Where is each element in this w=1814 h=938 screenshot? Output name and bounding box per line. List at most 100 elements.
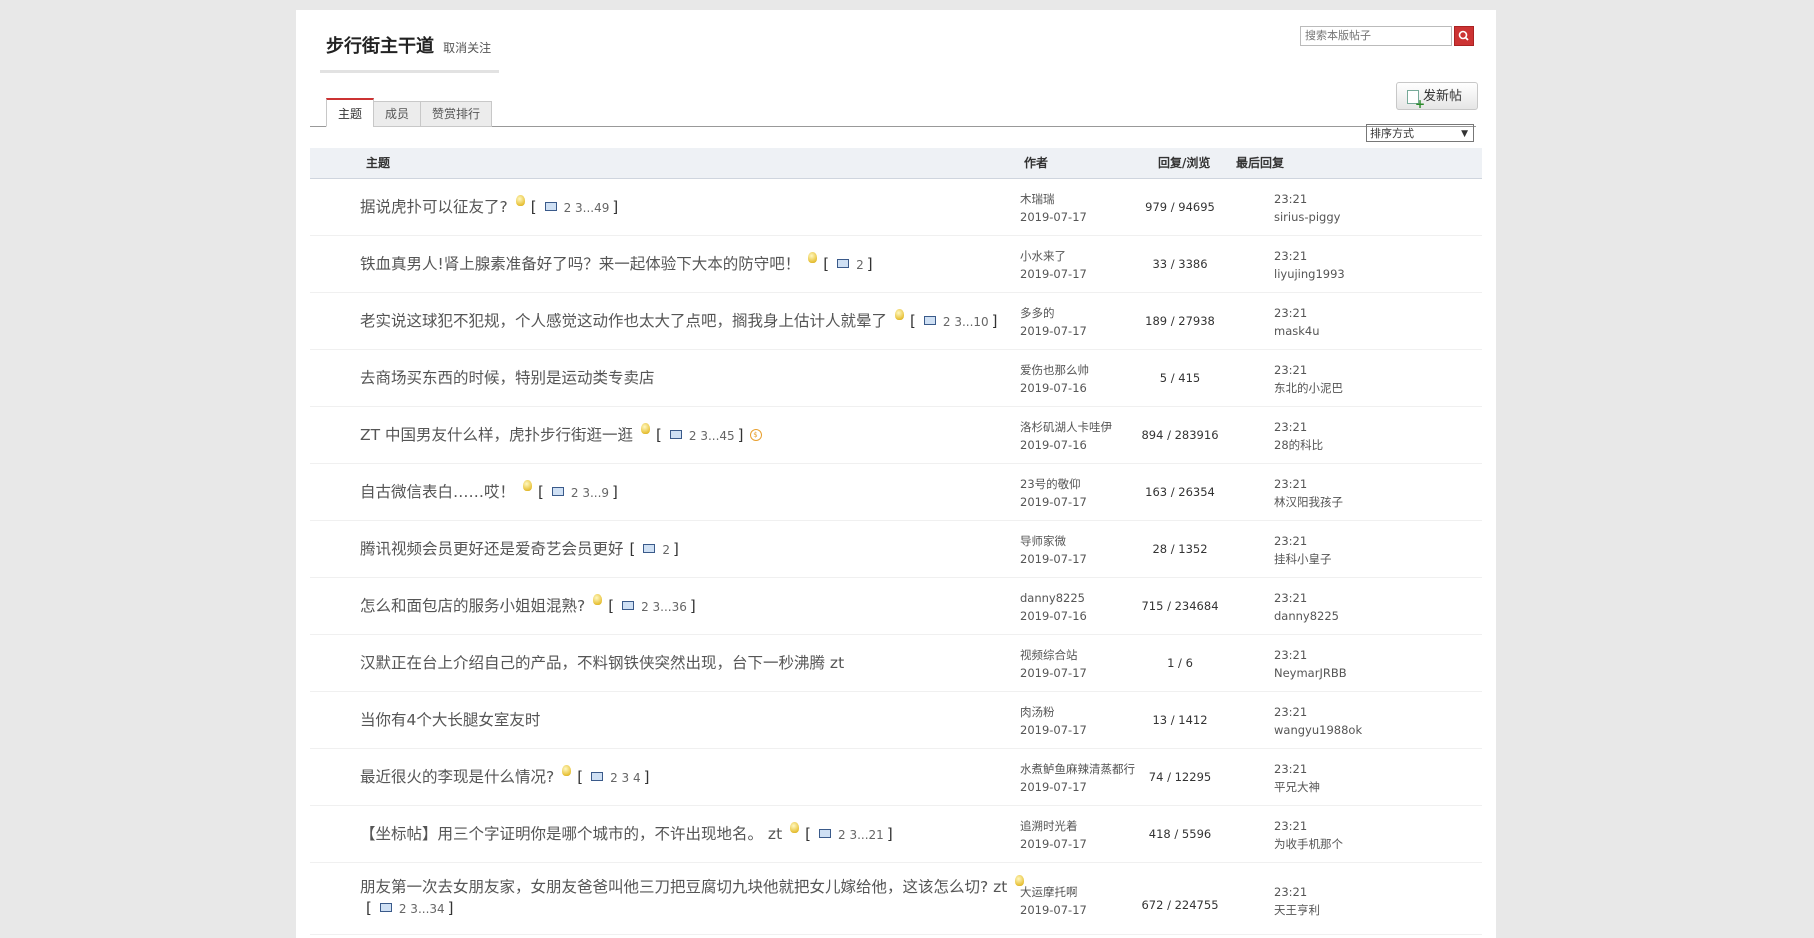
column-last-reply: 最后回复	[1236, 156, 1285, 170]
last-reply-time[interactable]: 23:21	[1274, 247, 1345, 265]
last-reply-time[interactable]: 23:21	[1274, 817, 1343, 835]
last-reply-cell: 23:21 天王亨利	[1274, 883, 1320, 919]
last-reply-cell: 23:21 为收手机那个	[1274, 817, 1343, 853]
last-reply-user[interactable]: sirius-piggy	[1274, 208, 1340, 226]
tab-members[interactable]: 成员	[373, 101, 422, 127]
last-reply-time[interactable]: 23:21	[1274, 190, 1340, 208]
unfollow-link[interactable]: 取消关注	[443, 41, 491, 55]
last-reply-user[interactable]: 挂科小皇子	[1274, 550, 1332, 568]
thread-title-link[interactable]: 朋友第一次去女朋友家，女朋友爸爸叫他三刀把豆腐切九块他就把女儿嫁给他，这该怎么切…	[360, 878, 1007, 896]
reply-view-counts: 28 / 1352	[1152, 542, 1208, 556]
thread-title-link[interactable]: 当你有4个大长腿女室友时	[360, 711, 540, 729]
last-reply-cell: 23:21 wangyu1988ok	[1274, 703, 1362, 739]
last-reply-user[interactable]: wangyu1988ok	[1274, 721, 1362, 739]
table-row: 老实说这球犯不犯规，个人感觉这动作也太大了点吧，搁我身上估计人就晕了 [2 3..…	[310, 293, 1482, 350]
author-name[interactable]: 视频综合站	[1020, 646, 1087, 664]
author-name[interactable]: 木瑞瑞	[1020, 190, 1087, 208]
thread-title-link[interactable]: ZT 中国男友什么样，虎扑步行街逛一逛	[360, 426, 633, 444]
last-reply-time[interactable]: 23:21	[1274, 418, 1323, 436]
reply-view-counts: 672 / 224755	[1141, 898, 1219, 912]
last-reply-time[interactable]: 23:21	[1274, 703, 1362, 721]
last-reply-user[interactable]: 28的科比	[1274, 436, 1323, 454]
author-name[interactable]: 洛杉矶湖人卡哇伊	[1020, 418, 1112, 436]
author-name[interactable]: 导师家微	[1020, 532, 1087, 550]
last-reply-user[interactable]: NeymarJRBB	[1274, 664, 1347, 682]
page-numbers[interactable]: 2 3...9	[571, 486, 609, 500]
last-reply-user[interactable]: mask4u	[1274, 322, 1320, 340]
author-name[interactable]: 追溯时光着	[1020, 817, 1087, 835]
column-author: 作者	[1024, 156, 1049, 170]
page-numbers[interactable]: 2 3...21	[838, 828, 884, 842]
author-name[interactable]: 多多的	[1020, 304, 1087, 322]
last-reply-time[interactable]: 23:21	[1274, 361, 1343, 379]
last-reply-time[interactable]: 23:21	[1274, 589, 1339, 607]
search-button[interactable]	[1454, 26, 1474, 46]
table-row: 腾讯视频会员更好还是爱奇艺会员更好 [2] 导师家微 2019-07-17 28 / 1…	[310, 521, 1482, 578]
thread-title-cell: 据说虎扑可以征友了? [2 3...49]	[360, 179, 1066, 236]
sort-select[interactable]: 排序方式 ▼	[1366, 124, 1474, 142]
thread-title-link[interactable]: 自古微信表白……哎！	[360, 483, 515, 501]
last-reply-user[interactable]: 东北的小泥巴	[1274, 379, 1343, 397]
page-numbers[interactable]: 2 3...49	[564, 201, 610, 215]
thread-title-link[interactable]: 铁血真男人!肾上腺素准备好了吗？来一起体验下大本的防守吧！	[360, 255, 800, 273]
page-numbers[interactable]: 2	[856, 258, 864, 272]
author-name[interactable]: 23号的敬仰	[1020, 475, 1087, 493]
last-reply-time[interactable]: 23:21	[1274, 883, 1320, 901]
author-name[interactable]: 水煮鲈鱼麻辣清蒸都行	[1020, 760, 1135, 778]
board-header: 步行街主干道 取消关注	[320, 32, 500, 73]
page-numbers[interactable]: 2 3...36	[641, 600, 687, 614]
author-name[interactable]: 肉汤粉	[1020, 703, 1087, 721]
page-numbers[interactable]: 2 3...34	[399, 902, 445, 916]
coin-icon: $	[749, 429, 762, 441]
last-reply-user[interactable]: 天王亨利	[1274, 901, 1320, 919]
thread-title-link[interactable]: 腾讯视频会员更好还是爱奇艺会员更好	[360, 540, 624, 558]
page-numbers[interactable]: 2 3...45	[689, 429, 735, 443]
last-reply-user[interactable]: 为收手机那个	[1274, 835, 1343, 853]
post-date: 2019-07-17	[1020, 837, 1087, 851]
last-reply-user[interactable]: 林汉阳我孩子	[1274, 493, 1343, 511]
author-name[interactable]: 大运摩托啊	[1020, 883, 1087, 901]
new-post-button[interactable]: 发新帖	[1396, 82, 1478, 110]
thread-title-link[interactable]: 老实说这球犯不犯规，个人感觉这动作也太大了点吧，搁我身上估计人就晕了	[360, 312, 887, 330]
last-reply-time[interactable]: 23:21	[1274, 646, 1347, 664]
page-links: [2 3...36]	[608, 596, 696, 615]
thread-title-link[interactable]: 最近很火的李现是什么情况?	[360, 768, 554, 786]
last-reply-user[interactable]: liyujing1993	[1274, 265, 1345, 283]
last-reply-time[interactable]: 23:21	[1274, 532, 1332, 550]
multipage-icon	[819, 828, 832, 838]
table-row: 最近很火的李现是什么情况? [2 3 4] 水煮鲈鱼麻辣清蒸都行 2019-07-17…	[310, 749, 1482, 806]
table-row: 怎么和面包店的服务小姐姐混熟? [2 3...36] danny8225 2019-0…	[310, 578, 1482, 635]
page-numbers[interactable]: 2 3...10	[943, 315, 989, 329]
tab-topics[interactable]: 主题	[326, 98, 375, 127]
last-reply-time[interactable]: 23:21	[1274, 304, 1320, 322]
post-date: 2019-07-17	[1020, 324, 1087, 338]
author-name[interactable]: danny8225	[1020, 589, 1087, 607]
page-links: [2]	[629, 539, 679, 558]
author-name[interactable]: 爱伤也那么帅	[1020, 361, 1089, 379]
thread-title-link[interactable]: 去商场买东西的时候，特别是运动类专卖店	[360, 369, 655, 387]
thread-title-link[interactable]: 据说虎扑可以征友了?	[360, 198, 508, 216]
last-reply-user[interactable]: danny8225	[1274, 607, 1339, 625]
thread-title-link[interactable]: 【坐标帖】用三个字证明你是哪个城市的，不许出现地名。 zt	[360, 825, 782, 843]
search-input[interactable]	[1300, 26, 1452, 46]
tab-appreciation-rank[interactable]: 赞赏排行	[420, 101, 493, 127]
multipage-icon	[622, 600, 635, 610]
table-row: 朋友第一次去女朋友家，女朋友爸爸叫他三刀把豆腐切九块他就把女儿嫁给他，这该怎么切…	[310, 863, 1482, 935]
last-reply-time[interactable]: 23:21	[1274, 475, 1343, 493]
last-reply-user[interactable]: 平兄大神	[1274, 778, 1320, 796]
post-date: 2019-07-17	[1020, 903, 1087, 917]
post-date: 2019-07-17	[1020, 267, 1087, 281]
lightbulb-icon	[895, 308, 905, 320]
last-reply-cell: 23:21 平兄大神	[1274, 760, 1320, 796]
last-reply-time[interactable]: 23:21	[1274, 760, 1320, 778]
multipage-icon	[551, 486, 564, 496]
page-numbers[interactable]: 2 3 4	[610, 771, 641, 785]
thread-title-link[interactable]: 怎么和面包店的服务小姐姐混熟?	[360, 597, 585, 615]
author-cell: 小水来了 2019-07-17	[1020, 247, 1087, 283]
page-numbers[interactable]: 2	[662, 543, 670, 557]
multipage-icon	[591, 771, 604, 781]
thread-title-link[interactable]: 汉默正在台上介绍自己的产品，不料钢铁侠突然出现，台下一秒沸腾 zt	[360, 654, 844, 672]
thread-title-cell: 自古微信表白……哎！ [2 3...9]	[360, 464, 1066, 521]
thread-title-cell: 【坐标帖】用三个字证明你是哪个城市的，不许出现地名。 zt [2 3...21]	[360, 806, 1066, 863]
author-name[interactable]: 小水来了	[1020, 247, 1087, 265]
